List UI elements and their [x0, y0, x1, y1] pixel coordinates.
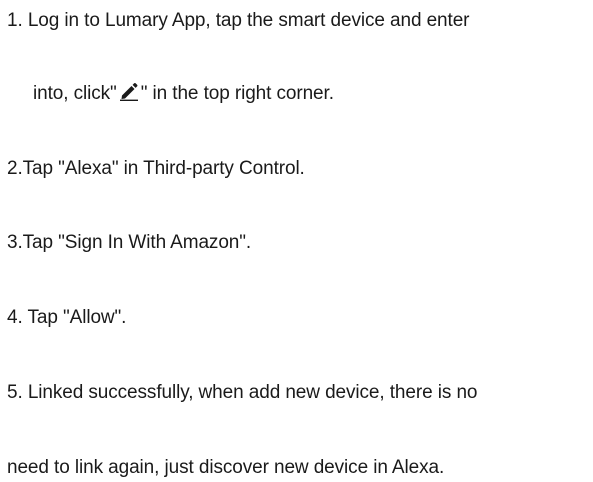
step-4: 4. Tap "Allow".	[7, 307, 127, 328]
step-1-line-2: into, click" " in the top right corner.	[33, 81, 334, 106]
step-2: 2.Tap "Alexa" in Third-party Control.	[7, 158, 305, 179]
step-1-line-2-suffix: " in the top right corner.	[140, 83, 334, 104]
step-5-line-1: 5. Linked successfully, when add new dev…	[7, 382, 478, 403]
step-1-line-1: 1. Log in to Lumary App, tap the smart d…	[7, 10, 470, 31]
step-5-line-2: need to link again, just discover new de…	[7, 457, 445, 478]
step-3: 3.Tap "Sign In With Amazon".	[7, 232, 252, 253]
pencil-edit-icon	[118, 81, 140, 101]
step-1-line-2-prefix: into, click"	[33, 83, 117, 104]
instructions-text: 1. Log in to Lumary App, tap the smart d…	[0, 0, 593, 482]
